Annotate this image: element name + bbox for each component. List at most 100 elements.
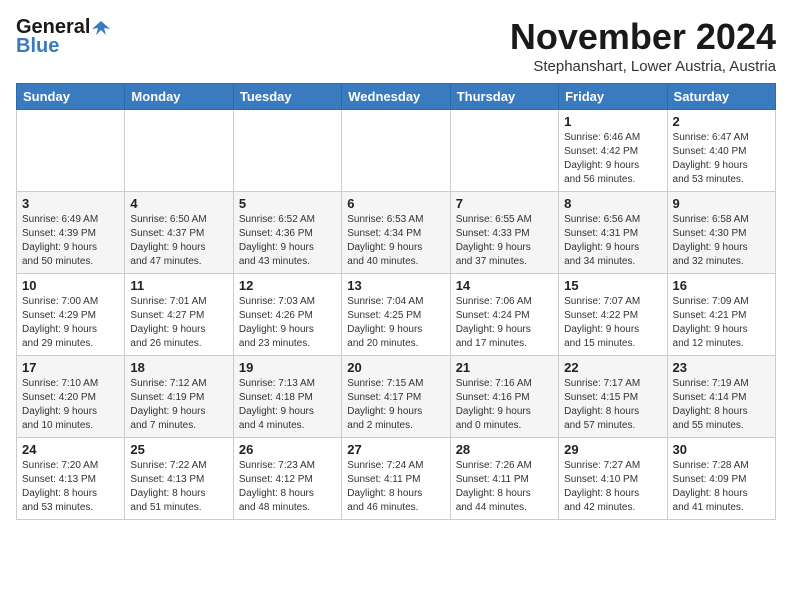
calendar-cell: 13 Sunrise: 7:04 AM Sunset: 4:25 PM Dayli…: [342, 274, 450, 356]
weekday-header-saturday: Saturday: [667, 84, 775, 110]
cell-info: Sunrise: 7:01 AM Sunset: 4:27 PM Dayligh…: [130, 295, 227, 351]
day-number: 21: [456, 360, 553, 375]
day-number: 8: [564, 196, 661, 211]
day-number: 18: [130, 360, 227, 375]
calendar-cell: 18 Sunrise: 7:12 AM Sunset: 4:19 PM Dayli…: [125, 356, 233, 438]
weekday-header-wednesday: Wednesday: [342, 84, 450, 110]
cell-info: Sunrise: 7:22 AM Sunset: 4:13 PM Dayligh…: [130, 459, 227, 515]
calendar-cell: 23 Sunrise: 7:19 AM Sunset: 4:14 PM Dayli…: [667, 356, 775, 438]
cell-info: Sunrise: 7:12 AM Sunset: 4:19 PM Dayligh…: [130, 377, 227, 433]
day-number: 6: [347, 196, 444, 211]
cell-info: Sunrise: 7:26 AM Sunset: 4:11 PM Dayligh…: [456, 459, 553, 515]
calendar-cell: 28 Sunrise: 7:26 AM Sunset: 4:11 PM Dayli…: [450, 438, 558, 520]
day-number: 26: [239, 442, 336, 457]
day-number: 29: [564, 442, 661, 457]
calendar-cell: [450, 110, 558, 192]
cell-info: Sunrise: 7:04 AM Sunset: 4:25 PM Dayligh…: [347, 295, 444, 351]
calendar-cell: 11 Sunrise: 7:01 AM Sunset: 4:27 PM Dayli…: [125, 274, 233, 356]
weekday-header-row: SundayMondayTuesdayWednesdayThursdayFrid…: [17, 84, 776, 110]
day-number: 23: [673, 360, 770, 375]
weekday-header-monday: Monday: [125, 84, 233, 110]
day-number: 15: [564, 278, 661, 293]
calendar-cell: [125, 110, 233, 192]
week-row-4: 24Sunrise: 7:20 AM Sunset: 4:13 PM Dayli…: [17, 438, 776, 520]
day-number: 22: [564, 360, 661, 375]
weekday-header-thursday: Thursday: [450, 84, 558, 110]
calendar-cell: 9 Sunrise: 6:58 AM Sunset: 4:30 PM Daylig…: [667, 192, 775, 274]
calendar-cell: 4 Sunrise: 6:50 AM Sunset: 4:37 PM Daylig…: [125, 192, 233, 274]
calendar-cell: 20 Sunrise: 7:15 AM Sunset: 4:17 PM Dayli…: [342, 356, 450, 438]
week-row-1: 3 Sunrise: 6:49 AM Sunset: 4:39 PM Daylig…: [17, 192, 776, 274]
day-number: 19: [239, 360, 336, 375]
calendar-cell: 7 Sunrise: 6:55 AM Sunset: 4:33 PM Daylig…: [450, 192, 558, 274]
day-number: 2: [673, 114, 770, 129]
day-number: 12: [239, 278, 336, 293]
day-number: 16: [673, 278, 770, 293]
logo: General Blue: [16, 16, 110, 58]
calendar-cell: 19 Sunrise: 7:13 AM Sunset: 4:18 PM Dayli…: [233, 356, 341, 438]
cell-info: Sunrise: 6:55 AM Sunset: 4:33 PM Dayligh…: [456, 213, 553, 269]
calendar-cell: 17 Sunrise: 7:10 AM Sunset: 4:20 PM Dayli…: [17, 356, 125, 438]
title-block: November 2024 Stephanshart, Lower Austri…: [510, 16, 776, 75]
day-number: 9: [673, 196, 770, 211]
cell-info: Sunrise: 7:10 AM Sunset: 4:20 PM Dayligh…: [22, 377, 119, 433]
day-number: 30: [673, 442, 770, 457]
cell-info: Sunrise: 7:00 AM Sunset: 4:29 PM Dayligh…: [22, 295, 119, 351]
day-number: 4: [130, 196, 227, 211]
day-number: 13: [347, 278, 444, 293]
cell-info: Sunrise: 6:50 AM Sunset: 4:37 PM Dayligh…: [130, 213, 227, 269]
month-title: November 2024: [510, 16, 776, 58]
calendar-cell: 14 Sunrise: 7:06 AM Sunset: 4:24 PM Dayli…: [450, 274, 558, 356]
week-row-3: 17 Sunrise: 7:10 AM Sunset: 4:20 PM Dayli…: [17, 356, 776, 438]
calendar-cell: 26 Sunrise: 7:23 AM Sunset: 4:12 PM Dayli…: [233, 438, 341, 520]
calendar-cell: 22 Sunrise: 7:17 AM Sunset: 4:15 PM Dayli…: [559, 356, 667, 438]
cell-info: Sunrise: 7:27 AM Sunset: 4:10 PM Dayligh…: [564, 459, 661, 515]
cell-info: Sunrise: 7:15 AM Sunset: 4:17 PM Dayligh…: [347, 377, 444, 433]
calendar-cell: 27 Sunrise: 7:24 AM Sunset: 4:11 PM Dayli…: [342, 438, 450, 520]
cell-info: Sunrise: 7:13 AM Sunset: 4:18 PM Dayligh…: [239, 377, 336, 433]
cell-info: Sunrise: 7:07 AM Sunset: 4:22 PM Dayligh…: [564, 295, 661, 351]
calendar-cell: 2Sunrise: 6:47 AM Sunset: 4:40 PM Daylig…: [667, 110, 775, 192]
cell-info: Sunrise: 7:09 AM Sunset: 4:21 PM Dayligh…: [673, 295, 770, 351]
cell-info: Sunrise: 7:03 AM Sunset: 4:26 PM Dayligh…: [239, 295, 336, 351]
day-number: 14: [456, 278, 553, 293]
cell-info: Sunrise: 7:06 AM Sunset: 4:24 PM Dayligh…: [456, 295, 553, 351]
calendar-cell: [342, 110, 450, 192]
cell-info: Sunrise: 6:49 AM Sunset: 4:39 PM Dayligh…: [22, 213, 119, 269]
calendar-cell: 8Sunrise: 6:56 AM Sunset: 4:31 PM Daylig…: [559, 192, 667, 274]
day-number: 3: [22, 196, 119, 211]
day-number: 28: [456, 442, 553, 457]
day-number: 24: [22, 442, 119, 457]
calendar-cell: 12 Sunrise: 7:03 AM Sunset: 4:26 PM Dayli…: [233, 274, 341, 356]
calendar-cell: 15 Sunrise: 7:07 AM Sunset: 4:22 PM Dayli…: [559, 274, 667, 356]
cell-info: Sunrise: 7:28 AM Sunset: 4:09 PM Dayligh…: [673, 459, 770, 515]
location-subtitle: Stephanshart, Lower Austria, Austria: [510, 58, 776, 75]
day-number: 27: [347, 442, 444, 457]
calendar-cell: 3 Sunrise: 6:49 AM Sunset: 4:39 PM Daylig…: [17, 192, 125, 274]
calendar-cell: [233, 110, 341, 192]
calendar-cell: 25 Sunrise: 7:22 AM Sunset: 4:13 PM Dayli…: [125, 438, 233, 520]
cell-info: Sunrise: 7:17 AM Sunset: 4:15 PM Dayligh…: [564, 377, 661, 433]
calendar-cell: 1Sunrise: 6:46 AM Sunset: 4:42 PM Daylig…: [559, 110, 667, 192]
week-row-0: 1Sunrise: 6:46 AM Sunset: 4:42 PM Daylig…: [17, 110, 776, 192]
cell-info: Sunrise: 6:53 AM Sunset: 4:34 PM Dayligh…: [347, 213, 444, 269]
day-number: 1: [564, 114, 661, 129]
week-row-2: 10 Sunrise: 7:00 AM Sunset: 4:29 PM Dayli…: [17, 274, 776, 356]
day-number: 5: [239, 196, 336, 211]
cell-info: Sunrise: 7:19 AM Sunset: 4:14 PM Dayligh…: [673, 377, 770, 433]
calendar-cell: 29 Sunrise: 7:27 AM Sunset: 4:10 PM Dayli…: [559, 438, 667, 520]
calendar-cell: 5Sunrise: 6:52 AM Sunset: 4:36 PM Daylig…: [233, 192, 341, 274]
cell-info: Sunrise: 6:58 AM Sunset: 4:30 PM Dayligh…: [673, 213, 770, 269]
cell-info: Sunrise: 7:24 AM Sunset: 4:11 PM Dayligh…: [347, 459, 444, 515]
calendar-cell: 30 Sunrise: 7:28 AM Sunset: 4:09 PM Dayli…: [667, 438, 775, 520]
cell-info: Sunrise: 7:23 AM Sunset: 4:12 PM Dayligh…: [239, 459, 336, 515]
day-number: 25: [130, 442, 227, 457]
weekday-header-sunday: Sunday: [17, 84, 125, 110]
header: General Blue November 2024 Stephanshart,…: [16, 16, 776, 75]
day-number: 11: [130, 278, 227, 293]
calendar-cell: 6 Sunrise: 6:53 AM Sunset: 4:34 PM Daylig…: [342, 192, 450, 274]
day-number: 20: [347, 360, 444, 375]
day-number: 7: [456, 196, 553, 211]
day-number: 10: [22, 278, 119, 293]
day-number: 17: [22, 360, 119, 375]
